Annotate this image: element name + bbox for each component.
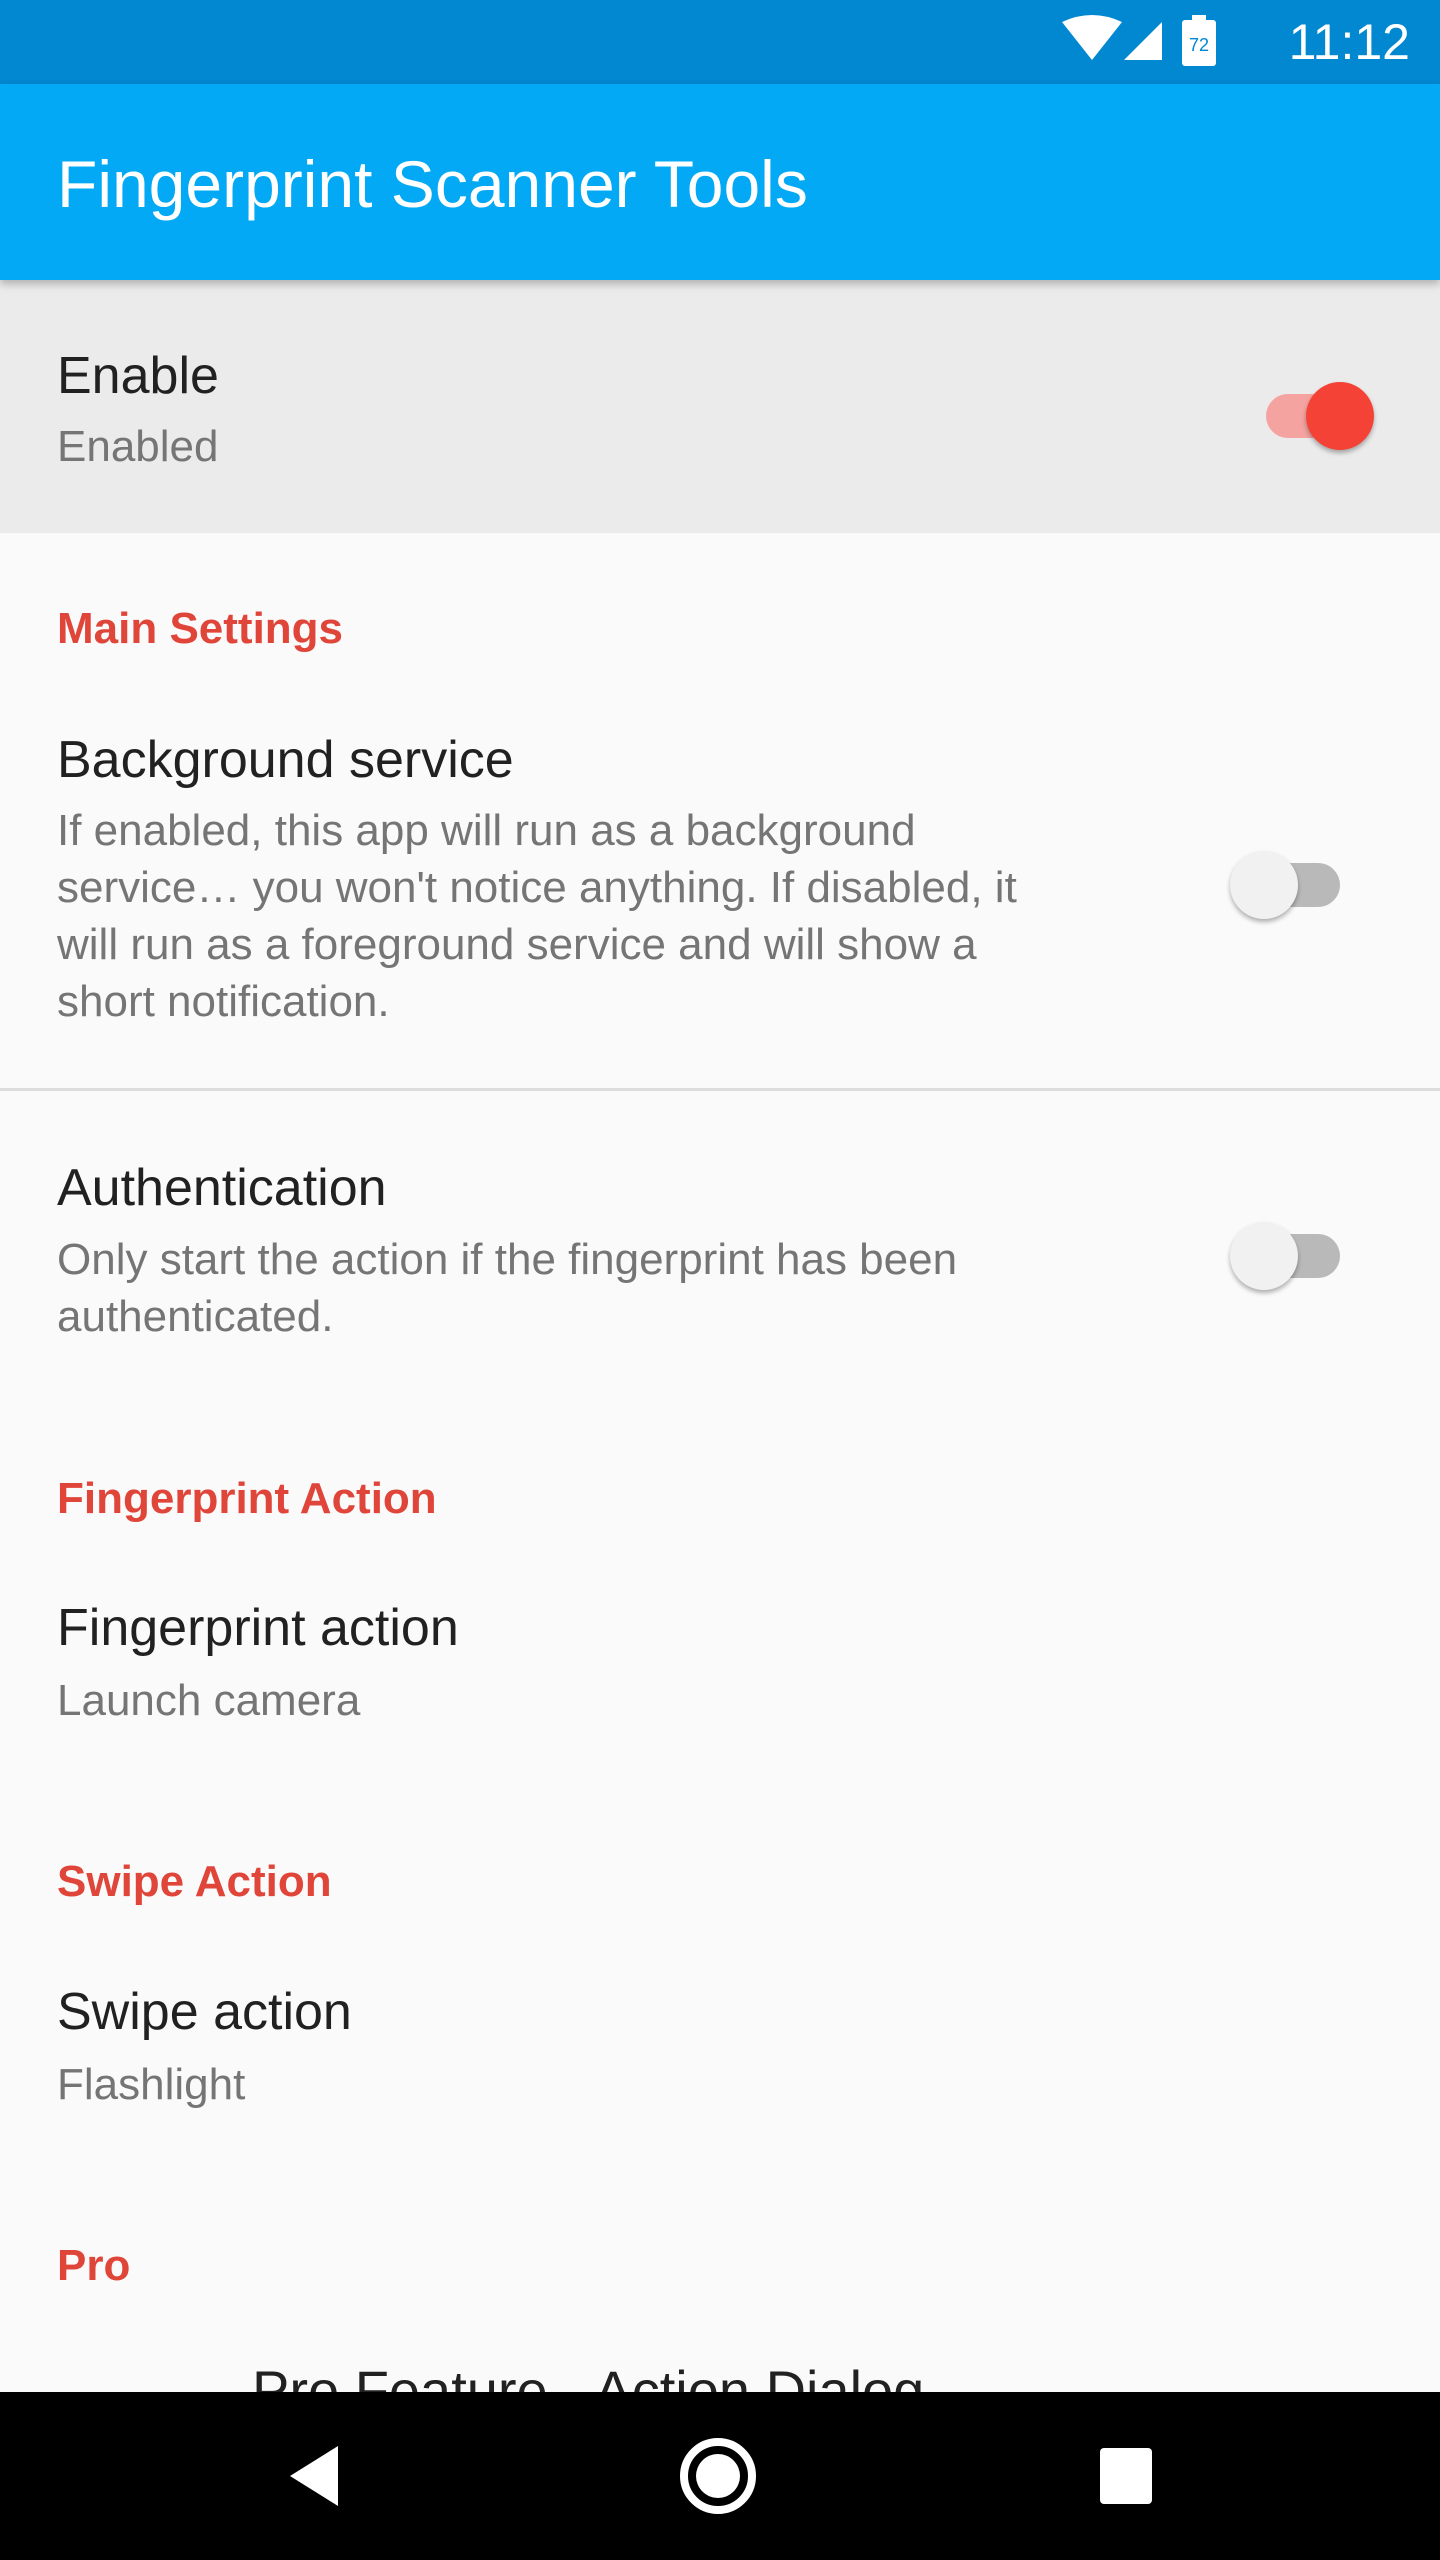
signal-icon xyxy=(1124,22,1162,60)
section-pro: Pro xyxy=(57,2241,131,2290)
svg-text:72: 72 xyxy=(1189,35,1209,55)
section-fingerprint-action: Fingerprint Action xyxy=(57,1474,437,1523)
background-service-summary-line-4: short notification. xyxy=(57,977,390,1026)
background-service-summary-line-1: If enabled, this app will run as a backg… xyxy=(57,806,916,855)
background-service-summary-line-2: service… you won't notice anything. If d… xyxy=(57,863,1017,912)
background-service-summary-line-3: will run as a foreground service and wil… xyxy=(57,920,977,969)
authentication-title: Authentication xyxy=(57,1159,387,1217)
swipe-action-summary: Flashlight xyxy=(57,2060,246,2109)
authentication-switch[interactable] xyxy=(1230,1212,1350,1290)
wifi-icon xyxy=(1062,15,1122,60)
background-service-switch[interactable] xyxy=(1230,841,1350,919)
section-main-settings: Main Settings xyxy=(57,604,344,653)
navigation-bar xyxy=(0,2392,1440,2560)
status-bar: 72 11:12 xyxy=(0,0,1440,84)
enable-title: Enable xyxy=(57,347,219,405)
app-title: Fingerprint Scanner Tools xyxy=(57,147,808,221)
swipe-action-title: Swipe action xyxy=(57,1983,352,2041)
background-service-title: Background service xyxy=(57,731,514,789)
enable-switch[interactable] xyxy=(1254,372,1374,450)
section-swipe-action: Swipe Action xyxy=(57,1857,332,1906)
fingerprint-action-summary: Launch camera xyxy=(57,1676,361,1725)
authentication-summary-line-2: authenticated. xyxy=(57,1292,334,1341)
battery-icon: 72 xyxy=(1182,15,1216,66)
status-icons: 72 xyxy=(1062,15,1216,66)
status-time: 11:12 xyxy=(1288,14,1410,70)
home-icon[interactable] xyxy=(678,2436,758,2516)
recents-icon[interactable] xyxy=(1098,2446,1154,2506)
app-bar: Fingerprint Scanner Tools xyxy=(0,84,1440,280)
authentication-summary-line-1: Only start the action if the fingerprint… xyxy=(57,1235,958,1284)
divider xyxy=(0,1088,1440,1091)
back-icon[interactable] xyxy=(286,2444,342,2508)
enable-summary: Enabled xyxy=(57,422,219,471)
fingerprint-action-title: Fingerprint action xyxy=(57,1599,459,1657)
enable-preference[interactable]: Enable Enabled xyxy=(0,280,1440,533)
